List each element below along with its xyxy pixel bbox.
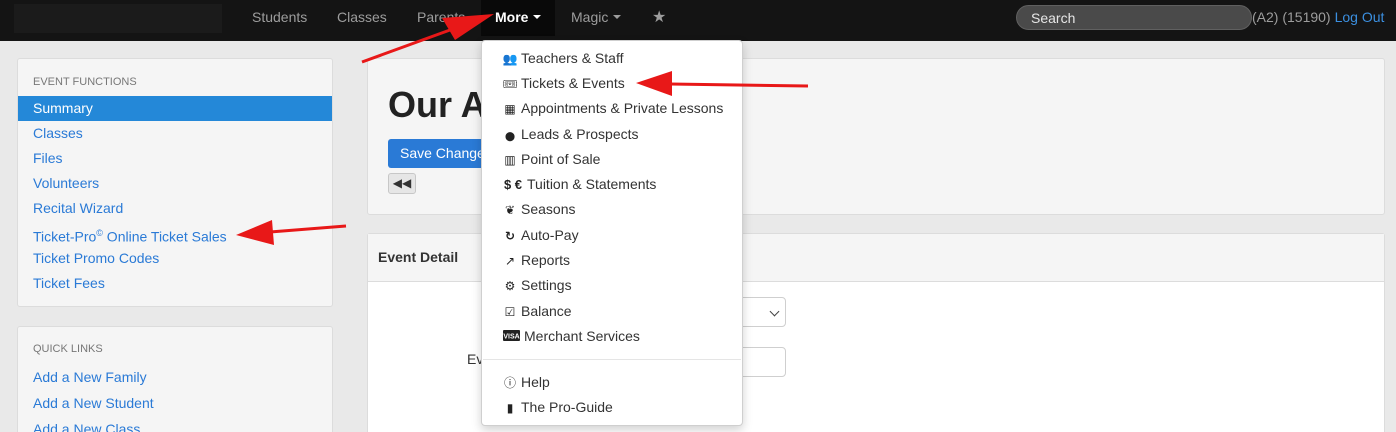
page-title: Our A [388,84,487,125]
search-input[interactable] [1016,5,1252,30]
menu-item-pro-guide[interactable]: ▮ The Pro-Guide [502,397,613,417]
sidebar-item-volunteers[interactable]: Volunteers [18,171,332,196]
sidebar-item-classes[interactable]: Classes [18,121,332,146]
sidebar-item-summary[interactable]: Summary [18,96,332,121]
menu-item-appointments[interactable]: ▦ Appointments & Private Lessons [502,98,723,118]
credit-card-icon: VISA [502,327,521,347]
menu-item-teachers-staff[interactable]: 👥 Teachers & Staff [502,48,624,68]
event-functions-panel: EVENT FUNCTIONS Summary Classes Files Vo… [17,58,333,307]
menu-item-label: Tickets & Events [521,75,625,91]
account-info: (A2) (15190) [1252,9,1331,25]
menu-item-label: Teachers & Staff [521,50,624,66]
menu-item-label: Settings [521,277,572,293]
sidebar-item-recital-wizard[interactable]: Recital Wizard [18,196,332,221]
account-area: (A2) (15190) Log Out [1252,0,1384,35]
refresh-icon: ↻ [504,229,516,243]
menu-item-settings[interactable]: ⚙ Settings [502,275,572,295]
ticket-icon: 🎟 [502,77,518,91]
caret-down-icon [613,15,622,20]
menu-item-label: Leads & Prospects [521,126,639,142]
menu-item-label: Reports [521,252,571,268]
nav-more-label: More [495,9,529,25]
back-button[interactable]: ◀◀ [388,173,416,194]
svg-text:VISA: VISA [503,334,519,341]
menu-item-merchant-services[interactable]: VISA Merchant Services [502,326,640,346]
map-marker-icon: ⬤ [504,131,516,141]
sidebar-item-ticket-promo-codes[interactable]: Ticket Promo Codes [18,246,332,271]
book-icon: ▮ [506,401,514,415]
leaf-icon: ❦ [504,203,516,217]
nav-more-dropdown[interactable]: More [481,0,556,36]
fast-backward-icon: ◀◀ [392,176,412,190]
chart-line-icon: ↗ [504,254,516,268]
quick-links-panel: QUICK LINKS Add a New Family Add a New S… [17,326,333,432]
menu-item-seasons[interactable]: ❦ Seasons [502,199,576,219]
event-functions-heading: EVENT FUNCTIONS [33,76,137,88]
nav-magic-label: Magic [571,9,609,25]
menu-item-label: Auto-Pay [521,227,579,243]
menu-item-label: Point of Sale [521,151,601,167]
caret-down-icon [533,15,542,20]
quick-link-add-family[interactable]: Add a New Family [18,364,332,390]
nav-parents[interactable]: Parents [417,0,465,35]
sidebar-item-ticket-pro-online-sales[interactable]: Ticket-Pro© Online Ticket Sales [18,221,332,246]
menu-item-label: Seasons [521,201,576,217]
calendar-icon: ▦ [504,102,516,116]
menu-item-tickets-events[interactable]: 🎟 Tickets & Events [502,73,625,93]
nav-magic-dropdown[interactable]: Magic [571,0,622,35]
menu-item-label: Merchant Services [524,328,640,344]
info-circle-icon: ⓘ [503,376,516,390]
users-icon: 👥 [502,52,518,66]
menu-item-label: Help [521,374,550,390]
menu-item-reports[interactable]: ↗ Reports [502,250,570,270]
currency-icon: $ € [503,177,523,192]
sidebar-item-ticket-fees[interactable]: Ticket Fees [18,271,332,296]
quick-links-heading: QUICK LINKS [33,343,103,355]
nav-classes[interactable]: Classes [337,0,387,35]
barcode-icon: ▥ [504,153,516,167]
logout-link[interactable]: Log Out [1335,9,1385,25]
menu-item-label: Appointments & Private Lessons [521,100,724,116]
quick-link-add-class[interactable]: Add a New Class [18,416,332,432]
star-icon[interactable]: ★ [652,0,666,35]
menu-item-label: Balance [521,303,572,319]
gears-icon: ⚙ [504,279,516,293]
ticket-pro-label-rest: Online Ticket Sales [102,228,227,245]
sidebar-item-files[interactable]: Files [18,146,332,171]
menu-item-point-of-sale[interactable]: ▥ Point of Sale [502,149,600,169]
menu-divider [483,359,741,360]
menu-item-auto-pay[interactable]: ↻ Auto-Pay [502,225,579,245]
top-navbar: Students Classes Parents More Magic ★ (A… [0,0,1396,41]
quick-link-add-student[interactable]: Add a New Student [18,390,332,416]
menu-item-label: Tuition & Statements [527,176,657,192]
more-dropdown-menu: 👥 Teachers & Staff 🎟 Tickets & Events ▦ App… [481,40,743,426]
menu-item-balance[interactable]: ☑ Balance [502,301,572,321]
menu-item-help[interactable]: ⓘ Help [502,372,550,392]
menu-item-tuition-statements[interactable]: $ € Tuition & Statements [502,174,656,194]
menu-item-leads-prospects[interactable]: ⬤ Leads & Prospects [502,124,639,144]
nav-students[interactable]: Students [252,0,307,35]
brand-logo[interactable] [14,4,222,33]
chevron-down-icon [769,306,780,317]
check-square-icon: ☑ [504,305,516,319]
copyright-mark: © [96,228,103,238]
menu-item-label: The Pro-Guide [521,399,613,415]
ticket-pro-label: Ticket-Pro [33,228,97,245]
